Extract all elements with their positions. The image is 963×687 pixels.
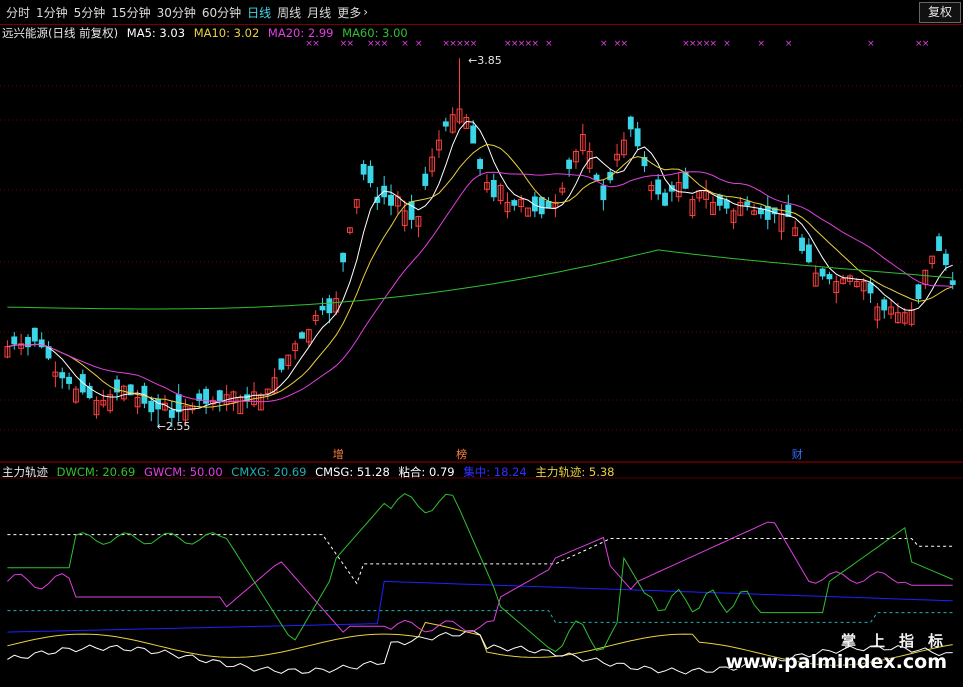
- x-marker-22: ×: [621, 39, 629, 49]
- candle-body-64: [442, 121, 449, 127]
- cmsg-label: CMSG: 51.28: [315, 465, 390, 479]
- x-marker-27: ×: [710, 39, 718, 49]
- jizhong-line: [7, 580, 953, 633]
- candle-body-108: [744, 201, 751, 206]
- ma5-label: MA5: 3.03: [126, 26, 186, 40]
- cmxg-label: CMXG: 20.69: [231, 465, 307, 479]
- x-marker-29: ×: [758, 39, 766, 49]
- candle-body-138: [949, 280, 956, 285]
- ma10-label: MA10: 3.02: [193, 26, 260, 40]
- candle-body-4: [31, 327, 38, 342]
- candle-body-46: [319, 305, 326, 311]
- candle-body-99: [682, 172, 689, 189]
- candle-body-105: [723, 199, 730, 209]
- nianhe-label: 粘合: 0.79: [398, 465, 455, 479]
- watermark: 掌上指标 www.palmindex.com: [725, 630, 947, 673]
- candle-body-95: [655, 179, 662, 195]
- jizhong-label: 集中: 18.24: [463, 465, 527, 479]
- indicator-title: 主力轨迹: [2, 465, 48, 479]
- candle-body-74: [511, 200, 518, 206]
- ma60-label: MA60: 3.00: [342, 26, 408, 40]
- x-marker-20: ×: [600, 39, 608, 49]
- candle-body-47: [326, 298, 333, 314]
- x-marker-33: ×: [922, 39, 930, 49]
- signal-label-1: 榜: [456, 447, 467, 461]
- x-marker-28: ×: [723, 39, 731, 49]
- candle-body-9: [66, 376, 73, 384]
- ma10-line: [7, 143, 953, 408]
- x-marker-30: ×: [785, 39, 793, 49]
- stock-title: 远兴能源(日线 前复权): [2, 26, 119, 40]
- candle-body-137: [942, 253, 949, 266]
- signal-label-0: 增: [333, 447, 344, 461]
- candle-body-8: [59, 372, 66, 379]
- candle-body-86: [593, 174, 600, 181]
- candle-body-52: [360, 164, 367, 175]
- candle-body-1: [11, 336, 18, 345]
- candle-body-79: [545, 201, 552, 209]
- candle-body-49: [340, 252, 346, 263]
- candle-body-117: [805, 244, 812, 263]
- candle-body-110: [758, 208, 764, 215]
- gwcm-label: GWCM: 50.00: [143, 465, 223, 479]
- main-legend: 远兴能源(日线 前复权) MA5: 3.03 MA10: 3.02 MA20: …: [2, 25, 413, 41]
- x-marker-18: ×: [531, 39, 539, 49]
- candle-body-69: [477, 159, 483, 169]
- candle-body-128: [881, 299, 888, 311]
- candle-body-71: [490, 180, 497, 198]
- dwcm-line: [7, 493, 953, 653]
- candle-body-78: [538, 197, 545, 215]
- candle-body-21: [148, 400, 155, 413]
- candle-body-126: [867, 282, 874, 294]
- candle-body-87: [600, 185, 607, 201]
- x-marker-31: ×: [867, 39, 875, 49]
- dwcm-label: DWCM: 20.69: [56, 465, 136, 479]
- candle-body-116: [799, 237, 805, 251]
- cmsg-dashed-line: [7, 534, 953, 585]
- candle-body-82: [566, 159, 573, 169]
- indicator-legend: 主力轨迹 DWCM: 20.69 GWCM: 50.00 CMXG: 20.69…: [2, 464, 619, 480]
- candle-body-133: [915, 284, 922, 300]
- watermark-url: www.palmindex.com: [725, 651, 947, 673]
- candle-body-56: [388, 194, 394, 206]
- candle-body-43: [299, 332, 305, 339]
- x-marker-13: ×: [470, 39, 478, 49]
- low-marker: ←2.55: [157, 420, 191, 433]
- candle-body-111: [764, 205, 771, 220]
- candle-body-53: [367, 165, 374, 184]
- candle-body-68: [470, 125, 477, 144]
- kline-chart: × × × × × × × × × × × × × × × × × × × × × × × × × × × × × × × × × ×←3.85←…: [0, 39, 963, 675]
- ma20-label: MA20: 2.99: [267, 26, 334, 40]
- candle-body-91: [627, 116, 634, 130]
- candle-body-92: [634, 128, 641, 147]
- candle-body-136: [936, 236, 942, 251]
- candle-body-31: [216, 390, 223, 401]
- candle-body-119: [819, 268, 826, 277]
- x-marker-19: ×: [545, 39, 553, 49]
- candle-body-61: [422, 173, 429, 186]
- zhuli-label: 主力轨迹: 5.38: [535, 465, 615, 479]
- high-marker: ←3.85: [468, 54, 502, 67]
- candle-body-24: [168, 409, 175, 418]
- x-marker-8: ×: [415, 39, 423, 49]
- candle-body-96: [662, 192, 668, 206]
- ma20-line: [7, 171, 953, 403]
- candle-body-40: [278, 358, 285, 370]
- watermark-cn: 掌上指标: [840, 632, 957, 650]
- candle-body-120: [826, 274, 833, 280]
- signal-label-2: 财: [792, 447, 803, 461]
